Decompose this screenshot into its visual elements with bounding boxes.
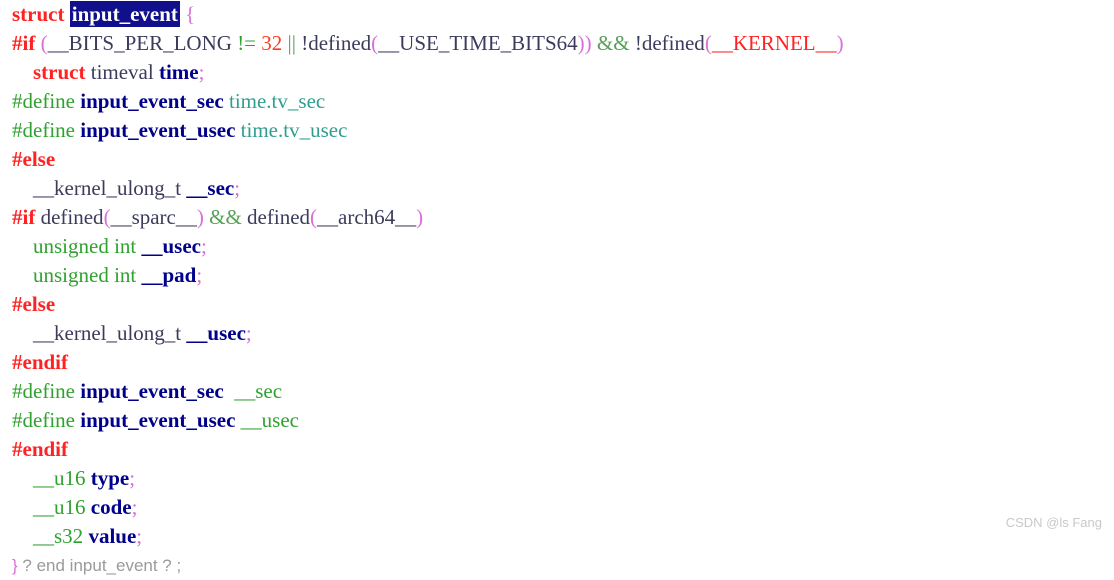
code-line-11[interactable]: #else [0, 290, 1114, 319]
watermark-label: CSDN @ls Fang [1005, 515, 1102, 530]
code-line-8[interactable]: #if defined(__sparc__) && defined(__arch… [0, 203, 1114, 232]
close-paren-2: ) [577, 31, 585, 55]
operator-not-equal: != [237, 31, 257, 55]
fold-end-comment: ? end input_event ? ; [17, 556, 182, 575]
code-line-2[interactable]: #if (__BITS_PER_LONG != 32 || !defined(_… [0, 29, 1114, 58]
preprocessor-define-2: #define [12, 118, 75, 142]
operator-logical-or: || [287, 31, 296, 55]
not-defined-2: !defined [634, 31, 705, 55]
preprocessor-define-4: #define [12, 408, 75, 432]
code-line-20[interactable]: } ? end input_event ? ; [0, 551, 1114, 580]
open-paren-8a: ( [103, 205, 111, 229]
macro-use-time-bits64: __USE_TIME_BITS64 [378, 31, 578, 55]
macro-value-usec: __usec [240, 408, 299, 432]
semicolon-3: ; [198, 60, 205, 84]
macro-name-input-event-sec: input_event_sec [80, 89, 224, 113]
semicolon-9: ; [201, 234, 207, 258]
preprocessor-endif-1: #endif [12, 350, 69, 374]
code-line-15[interactable]: #define input_event_usec __usec [0, 406, 1114, 435]
macro-kernel: __KERNEL__ [711, 31, 837, 55]
semicolon-18: ; [131, 495, 138, 519]
type-unsigned-int-2: unsigned int [33, 263, 137, 287]
semicolon-7: ; [234, 176, 241, 200]
semicolon-12: ; [245, 321, 252, 345]
preprocessor-define-3: #define [12, 379, 75, 403]
close-paren-8a: ) [196, 205, 204, 229]
code-line-18[interactable]: __u16 code; [0, 493, 1114, 522]
code-line-6[interactable]: #else [0, 145, 1114, 174]
preprocessor-define-1: #define [12, 89, 75, 113]
operator-logical-and-2: && [209, 205, 242, 229]
field-type: type [90, 466, 130, 490]
macro-sparc: __sparc__ [110, 205, 197, 229]
close-paren-8b: ) [416, 205, 424, 229]
semicolon-17: ; [129, 466, 136, 490]
type-s32: __s32 [33, 524, 84, 548]
number-literal: 32 [261, 31, 283, 55]
semicolon-10: ; [196, 263, 203, 287]
close-paren-1: ) [584, 31, 592, 55]
code-line-9[interactable]: unsigned int __usec; [0, 232, 1114, 261]
keyword-struct-2: struct [33, 60, 86, 84]
operator-logical-and: && [596, 31, 630, 55]
keyword-struct: struct [12, 2, 65, 26]
type-u16-1: __u16 [33, 466, 86, 490]
semicolon-19: ; [136, 524, 143, 548]
code-line-5[interactable]: #define input_event_usec time.tv_usec [0, 116, 1114, 145]
open-brace: { [185, 2, 196, 26]
preprocessor-else-1: #else [12, 147, 56, 171]
field-sec: __sec [186, 176, 235, 200]
code-line-7[interactable]: __kernel_ulong_t __sec; [0, 174, 1114, 203]
defined-1: defined [40, 205, 104, 229]
selected-identifier[interactable]: input_event [69, 1, 180, 27]
code-line-1[interactable]: struct input_event { [0, 0, 1114, 29]
code-line-13[interactable]: #endif [0, 348, 1114, 377]
open-paren-8b: ( [310, 205, 318, 229]
macro-value-time-tv-sec: time.tv_sec [228, 89, 326, 113]
code-line-4[interactable]: #define input_event_sec time.tv_sec [0, 87, 1114, 116]
code-line-12[interactable]: __kernel_ulong_t __usec; [0, 319, 1114, 348]
preprocessor-if: #if [12, 31, 36, 55]
code-line-17[interactable]: __u16 type; [0, 464, 1114, 493]
macro-name-input-event-usec-2: input_event_usec [80, 408, 236, 432]
preprocessor-endif-2: #endif [12, 437, 69, 461]
field-value: value [88, 524, 137, 548]
open-paren: ( [40, 31, 48, 55]
preprocessor-if-2: #if [12, 205, 36, 229]
close-paren-3: ) [836, 31, 844, 55]
type-timeval: timeval [90, 60, 154, 84]
not-defined-1: !defined [301, 31, 372, 55]
macro-value-sec: __sec [234, 379, 283, 403]
code-line-3[interactable]: struct timeval time; [0, 58, 1114, 87]
defined-2: defined [247, 205, 311, 229]
code-line-19[interactable]: __s32 value; [0, 522, 1114, 551]
type-unsigned-int-1: unsigned int [33, 234, 137, 258]
code-line-16[interactable]: #endif [0, 435, 1114, 464]
code-line-10[interactable]: unsigned int __pad; [0, 261, 1114, 290]
code-line-14[interactable]: #define input_event_sec __sec [0, 377, 1114, 406]
macro-arch64: __arch64__ [317, 205, 417, 229]
field-time: time [158, 60, 199, 84]
type-u16-2: __u16 [33, 495, 86, 519]
field-code: code [90, 495, 132, 519]
type-kernel-ulong-t-2: __kernel_ulong_t [33, 321, 182, 345]
macro-bits-per-long: __BITS_PER_LONG [47, 31, 232, 55]
macro-name-input-event-usec: input_event_usec [80, 118, 236, 142]
field-usec-2: __usec [186, 321, 246, 345]
macro-name-input-event-sec-2: input_event_sec [80, 379, 224, 403]
type-kernel-ulong-t-1: __kernel_ulong_t [33, 176, 182, 200]
field-usec-1: __usec [141, 234, 202, 258]
preprocessor-else-2: #else [12, 292, 56, 316]
code-editor-view[interactable]: struct input_event { #if (__BITS_PER_LON… [0, 0, 1114, 575]
macro-value-time-tv-usec: time.tv_usec [240, 118, 348, 142]
open-paren-3: ( [704, 31, 712, 55]
field-pad: __pad [141, 263, 197, 287]
